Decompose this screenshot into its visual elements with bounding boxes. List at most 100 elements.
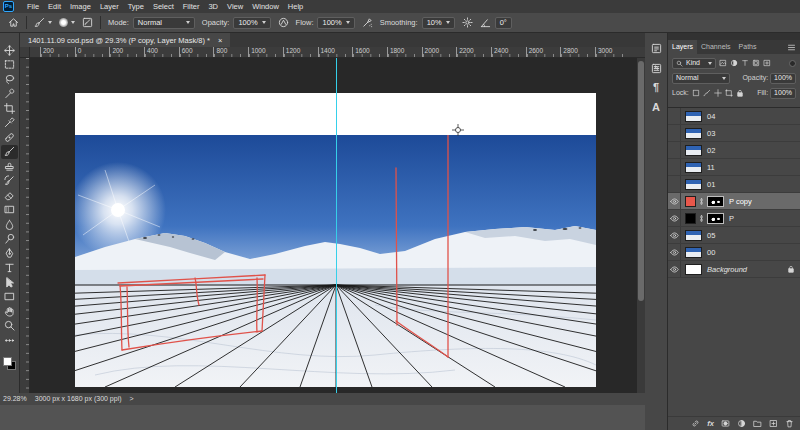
dropdown-caret[interactable] <box>48 21 52 24</box>
tool-button[interactable] <box>1 116 18 131</box>
menu-item[interactable]: Filter <box>183 2 200 11</box>
newlayer-icon[interactable] <box>769 419 778 428</box>
scroll-thumb[interactable] <box>638 61 644 301</box>
airbrush-icon[interactable] <box>362 17 373 28</box>
filter-adjust-icon[interactable] <box>730 59 738 67</box>
tool-button[interactable] <box>1 145 18 160</box>
layer-name[interactable]: 05 <box>707 231 715 240</box>
lock-lpixel-icon[interactable] <box>692 89 700 97</box>
filter-kind-dropdown[interactable]: Kind <box>672 58 716 69</box>
filter-toggle[interactable] <box>789 60 796 67</box>
layer-row[interactable]: 00 <box>668 244 800 261</box>
dropdown-caret[interactable] <box>722 77 726 80</box>
menu-item[interactable]: Layer <box>100 2 119 11</box>
tool-button[interactable] <box>1 261 18 276</box>
menu-item[interactable]: Edit <box>48 2 61 11</box>
menu-item[interactable]: Help <box>288 2 303 11</box>
folder-icon[interactable] <box>753 419 762 428</box>
tool-button[interactable] <box>1 246 18 261</box>
home-icon[interactable] <box>8 17 19 28</box>
panel-button[interactable] <box>647 41 665 55</box>
tool-button[interactable] <box>1 290 18 305</box>
color-fill-swatch[interactable] <box>685 213 696 224</box>
visibility-toggle[interactable] <box>668 244 681 260</box>
menu-item[interactable]: 3D <box>208 2 218 11</box>
vertical-scrollbar[interactable] <box>637 58 645 393</box>
visibility-toggle[interactable] <box>668 193 681 209</box>
layer-row[interactable]: 05 <box>668 227 800 244</box>
layer-style-button[interactable]: fx <box>707 419 714 428</box>
filter-smart-icon[interactable] <box>763 59 771 67</box>
visibility-toggle[interactable] <box>668 176 681 192</box>
menu-item[interactable]: Type <box>128 2 144 11</box>
tool-button[interactable] <box>1 72 18 87</box>
layer-name[interactable]: 01 <box>707 180 715 189</box>
dropdown-caret[interactable] <box>262 21 266 24</box>
menu-item[interactable]: File <box>27 2 39 11</box>
adjust-icon[interactable] <box>737 419 746 428</box>
layer-row[interactable]: 03 <box>668 125 800 142</box>
guide-line[interactable] <box>336 58 337 393</box>
tool-button[interactable] <box>1 319 18 334</box>
menu-item[interactable]: View <box>227 2 243 11</box>
visibility-toggle[interactable] <box>668 108 681 124</box>
tool-button[interactable] <box>1 159 18 174</box>
dropdown-caret[interactable] <box>186 21 190 24</box>
lock-lock-icon[interactable] <box>736 89 744 97</box>
lock-lpaint-icon[interactable] <box>703 89 711 97</box>
foreground-color[interactable] <box>3 357 12 366</box>
lock-lmove-icon[interactable] <box>714 89 722 97</box>
lock-lartboard-icon[interactable] <box>725 89 733 97</box>
dropdown-caret[interactable] <box>708 62 712 65</box>
color-fill-swatch[interactable] <box>685 196 696 207</box>
dropdown-caret[interactable] <box>446 21 450 24</box>
app-logo[interactable]: Ps <box>3 1 14 12</box>
link-icon[interactable] <box>698 215 705 222</box>
mask-thumbnail[interactable] <box>707 196 724 207</box>
horizontal-ruler[interactable]: 2000200400600800100012001400160018002000… <box>30 47 637 58</box>
trash-icon[interactable] <box>785 419 794 428</box>
vertical-ruler[interactable] <box>20 58 30 393</box>
visibility-toggle[interactable] <box>668 261 681 277</box>
menu-item[interactable]: Image <box>70 2 91 11</box>
tool-button[interactable] <box>1 232 18 247</box>
layer-row[interactable]: 11 <box>668 159 800 176</box>
menu-item[interactable]: Window <box>252 2 279 11</box>
layer-name[interactable]: 11 <box>707 163 715 172</box>
layer-name[interactable]: 04 <box>707 112 715 121</box>
layer-name[interactable]: 02 <box>707 146 715 155</box>
tool-button[interactable] <box>1 174 18 189</box>
panel-menu-icon[interactable] <box>787 43 796 52</box>
dropdown-caret[interactable] <box>346 21 350 24</box>
visibility-toggle[interactable] <box>668 210 681 226</box>
visibility-toggle[interactable] <box>668 159 681 175</box>
link-icon[interactable] <box>698 198 705 205</box>
smoothing-field[interactable]: 10% <box>422 17 455 29</box>
layer-name[interactable]: 00 <box>707 248 715 257</box>
tool-preset-picker[interactable] <box>34 17 52 28</box>
filter-shape-icon[interactable] <box>752 59 760 67</box>
tool-button[interactable] <box>1 203 18 218</box>
visibility-toggle[interactable] <box>668 142 681 158</box>
layer-opacity-field[interactable]: 100% <box>770 73 796 84</box>
tool-button[interactable] <box>1 58 18 73</box>
filter-type-icon[interactable] <box>741 59 749 67</box>
tool-button[interactable] <box>1 87 18 102</box>
layer-row[interactable]: Background <box>668 261 800 278</box>
menu-item[interactable]: Select <box>153 2 174 11</box>
document-tab[interactable]: 1401.11.09 cod.psd @ 29.3% (P copy, Laye… <box>20 33 230 47</box>
tool-button[interactable] <box>1 101 18 116</box>
visibility-toggle[interactable] <box>668 227 681 243</box>
layer-name[interactable]: P copy <box>729 197 752 206</box>
panel-glyph-button[interactable]: A <box>647 101 665 115</box>
layer-row[interactable]: 02 <box>668 142 800 159</box>
tool-button[interactable] <box>1 217 18 232</box>
layer-name[interactable]: P <box>729 214 734 223</box>
tool-button[interactable] <box>1 43 18 58</box>
brush-tip-picker[interactable] <box>59 18 75 27</box>
visibility-toggle[interactable] <box>668 125 681 141</box>
mask-icon[interactable] <box>721 419 730 428</box>
layer-row[interactable]: P <box>668 210 800 227</box>
mode-dropdown[interactable]: Normal <box>133 17 195 29</box>
tool-button[interactable] <box>1 333 18 348</box>
